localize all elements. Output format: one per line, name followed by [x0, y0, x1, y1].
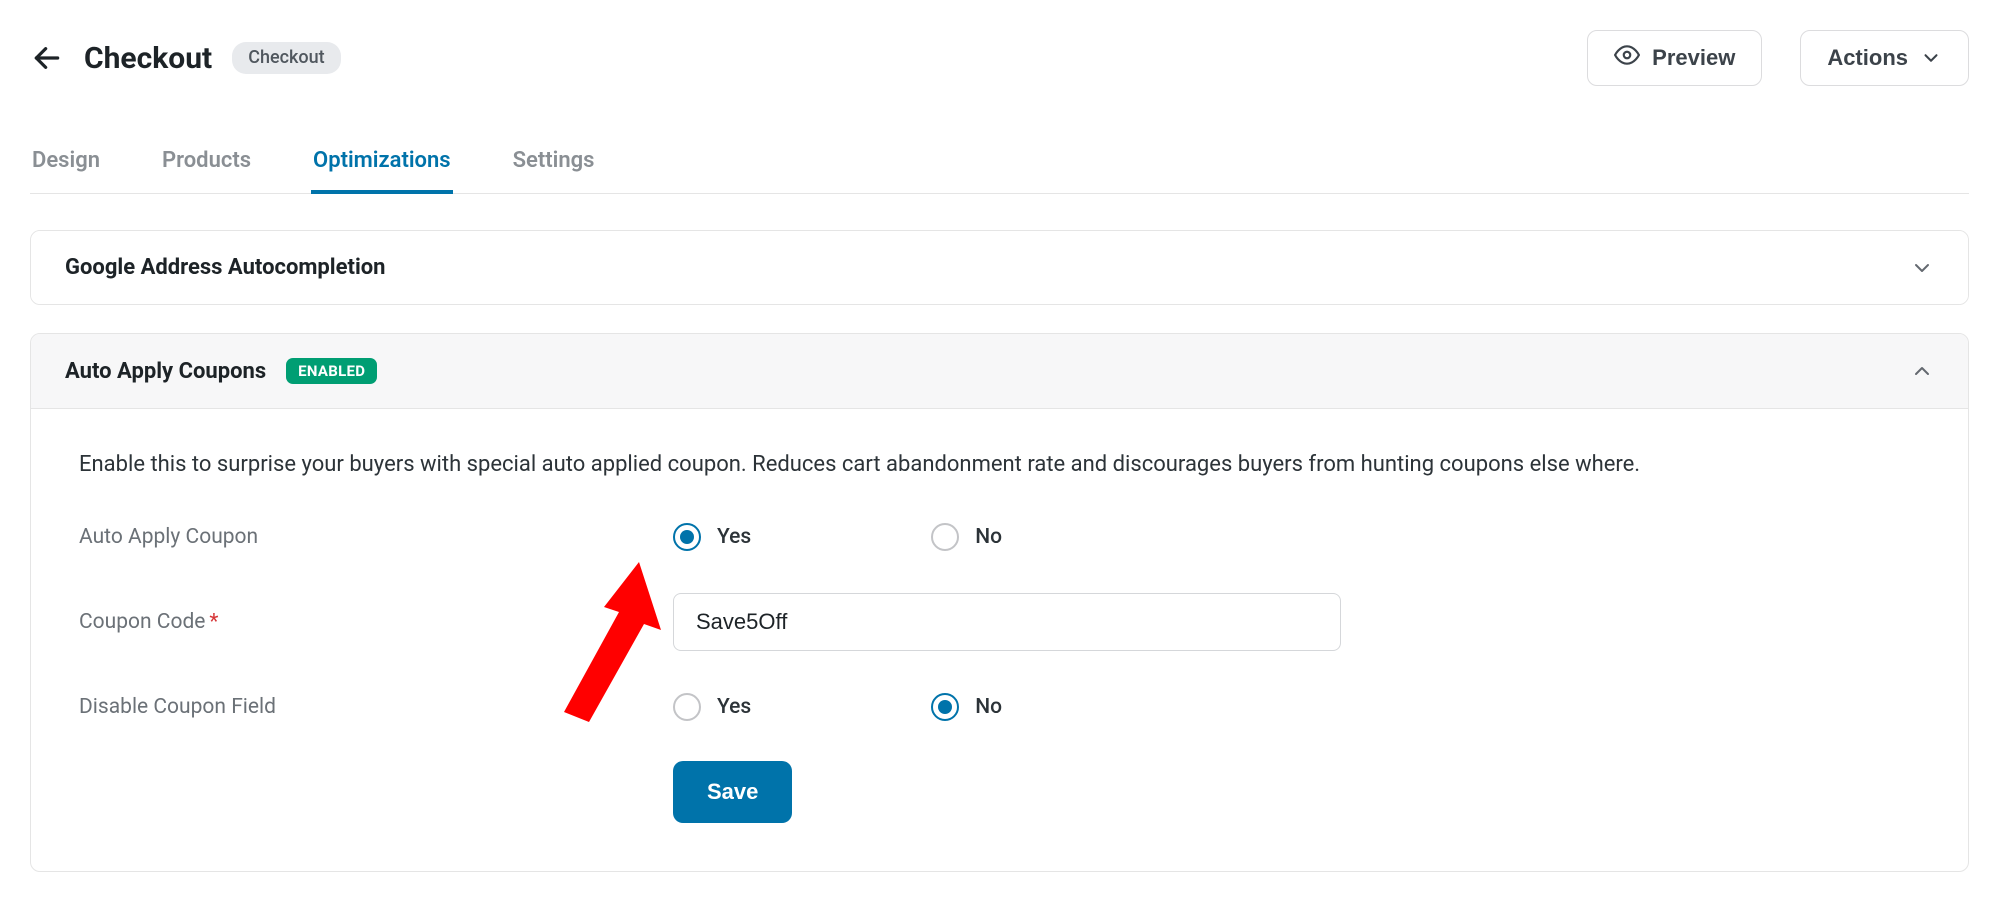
panel-auto-apply-coupons: Auto Apply Coupons ENABLED Enable this t…: [30, 333, 1969, 872]
chevron-up-icon: [1910, 359, 1934, 383]
radio-circle-icon: [673, 693, 701, 721]
disable-coupon-field-label: Disable Coupon Field: [79, 695, 673, 719]
disable-field-no-radio[interactable]: No: [931, 693, 1002, 721]
tab-optimizations[interactable]: Optimizations: [311, 132, 453, 193]
save-button[interactable]: Save: [673, 761, 792, 823]
tab-bar: Design Products Optimizations Settings: [30, 132, 1969, 194]
auto-apply-yes-radio[interactable]: Yes: [673, 523, 751, 551]
actions-button[interactable]: Actions: [1800, 30, 1969, 86]
eye-icon: [1614, 42, 1640, 74]
panel-auto-apply-coupons-title: Auto Apply Coupons: [65, 359, 266, 384]
panel-description: Enable this to surprise your buyers with…: [79, 449, 1920, 481]
tab-design[interactable]: Design: [30, 132, 102, 193]
radio-circle-icon: [931, 523, 959, 551]
tab-products[interactable]: Products: [160, 132, 253, 193]
enabled-badge: ENABLED: [286, 358, 377, 384]
auto-apply-coupon-label: Auto Apply Coupon: [79, 525, 673, 549]
actions-label: Actions: [1827, 45, 1908, 71]
panel-google-address-title: Google Address Autocompletion: [65, 255, 386, 280]
coupon-code-label: Coupon Code*: [79, 610, 673, 634]
preview-button[interactable]: Preview: [1587, 30, 1762, 86]
page-title: Checkout: [84, 41, 212, 76]
tab-settings[interactable]: Settings: [511, 132, 597, 193]
radio-label-yes: Yes: [717, 695, 751, 719]
panel-google-address-toggle[interactable]: Google Address Autocompletion: [31, 231, 1968, 304]
disable-field-yes-radio[interactable]: Yes: [673, 693, 751, 721]
chevron-down-icon: [1920, 47, 1942, 69]
radio-label-no: No: [975, 525, 1002, 549]
chevron-down-icon: [1910, 256, 1934, 280]
radio-circle-icon: [673, 523, 701, 551]
radio-label-yes: Yes: [717, 525, 751, 549]
panel-auto-apply-coupons-toggle[interactable]: Auto Apply Coupons ENABLED: [31, 334, 1968, 409]
preview-label: Preview: [1652, 45, 1735, 71]
required-asterisk: *: [209, 610, 218, 634]
radio-circle-icon: [931, 693, 959, 721]
coupon-code-input[interactable]: [673, 593, 1341, 651]
auto-apply-no-radio[interactable]: No: [931, 523, 1002, 551]
context-badge: Checkout: [232, 42, 340, 74]
back-arrow-icon[interactable]: [30, 41, 64, 75]
panel-google-address: Google Address Autocompletion: [30, 230, 1969, 305]
radio-label-no: No: [975, 695, 1002, 719]
